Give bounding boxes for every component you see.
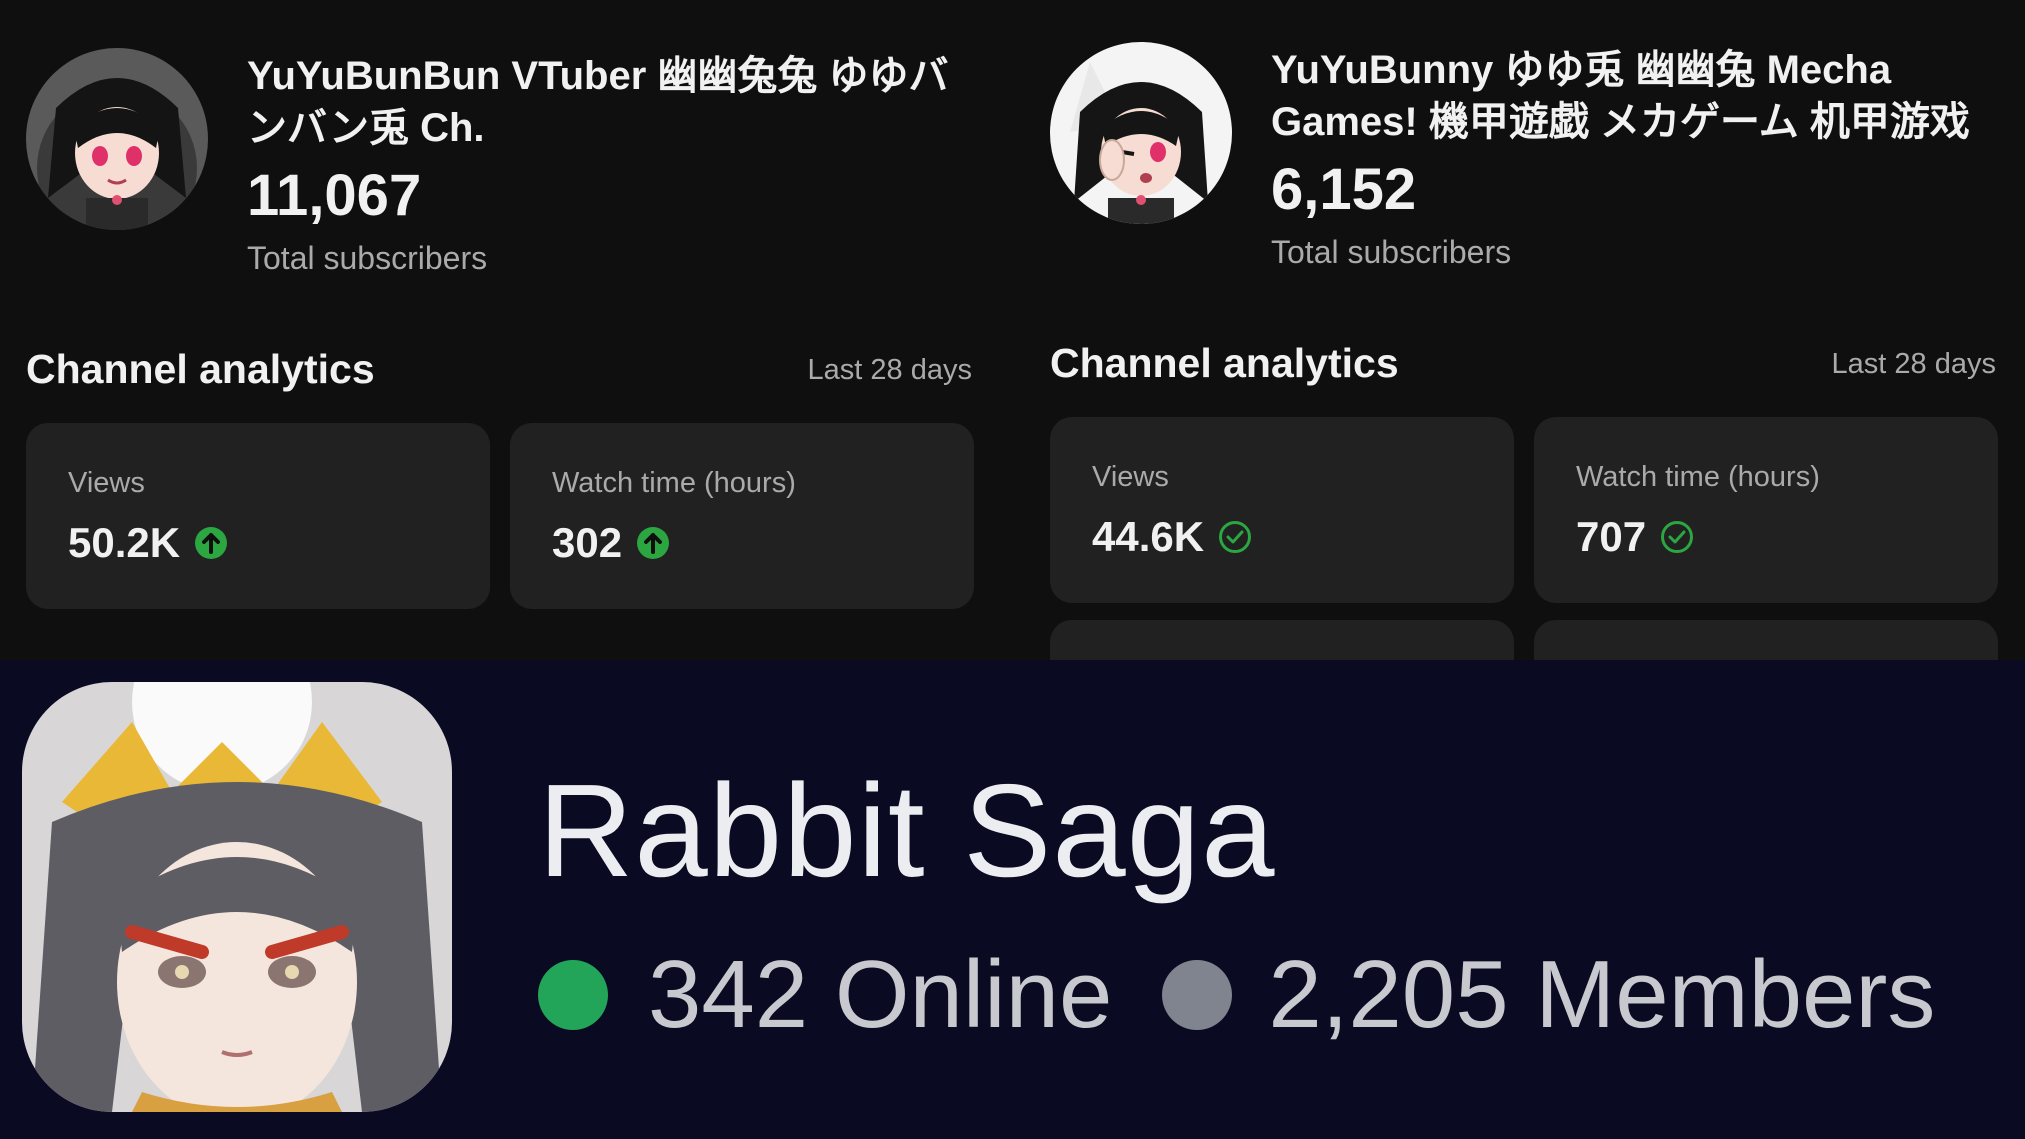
watch-time-card[interactable]: Watch time (hours) 302 xyxy=(510,423,974,609)
metric-value: 707 xyxy=(1576,513,1647,560)
channel-name[interactable]: YuYuBunBun VTuber 幽幽兔兔 ゆゆバンバン兎 Ch. xyxy=(247,50,987,154)
check-circle-icon xyxy=(1660,520,1694,554)
check-circle-icon xyxy=(1218,520,1252,554)
watch-time-card[interactable]: Watch time (hours) 707 xyxy=(1534,417,1998,603)
metric-value-row: 707 xyxy=(1576,513,1694,561)
subscriber-count: 6,152 xyxy=(1271,157,1417,222)
channel-panel-1: YuYuBunBun VTuber 幽幽兔兔 ゆゆバンバン兎 Ch. 11,06… xyxy=(0,0,1000,660)
members-status-icon xyxy=(1162,960,1233,1030)
metric-value-row: 302 xyxy=(552,519,670,567)
channel-name[interactable]: YuYuBunny ゆゆ兎 幽幽兔 Mecha Games! 機甲遊戯 メカゲー… xyxy=(1271,44,2011,148)
youtube-analytics-section: YuYuBunBun VTuber 幽幽兔兔 ゆゆバンバン兎 Ch. 11,06… xyxy=(0,0,2025,660)
metric-label: Views xyxy=(1092,461,1169,493)
metric-card-partial[interactable] xyxy=(1050,620,1514,660)
views-card[interactable]: Views 44.6K xyxy=(1050,417,1514,603)
metric-value-row: 44.6K xyxy=(1092,513,1252,561)
period-label: Last 28 days xyxy=(807,354,972,386)
metric-value: 44.6K xyxy=(1092,513,1205,560)
online-status-icon xyxy=(538,960,608,1030)
server-stats: 342 Online 2,205 Members xyxy=(538,941,1935,1048)
analytics-title: Channel analytics xyxy=(1050,340,1399,386)
metric-card-partial[interactable] xyxy=(1534,620,1998,660)
views-card[interactable]: Views 50.2K xyxy=(26,423,490,609)
member-count: 2,205 Members xyxy=(1268,941,1936,1048)
server-icon[interactable] xyxy=(22,682,452,1112)
subscriber-count: 11,067 xyxy=(247,163,422,228)
subscriber-label: Total subscribers xyxy=(1271,234,1512,270)
metric-value: 302 xyxy=(552,519,623,566)
channel-panel-2-content: YuYuBunny ゆゆ兎 幽幽兔 Mecha Games! 機甲遊戯 メカゲー… xyxy=(1024,0,2024,660)
channel-avatar[interactable] xyxy=(1050,42,1232,224)
channel-avatar[interactable] xyxy=(26,48,208,230)
arrow-up-icon xyxy=(636,526,670,560)
arrow-up-icon xyxy=(194,526,228,560)
metric-value: 50.2K xyxy=(68,519,181,566)
analytics-title: Channel analytics xyxy=(26,346,375,392)
subscriber-label: Total subscribers xyxy=(247,240,488,276)
period-label: Last 28 days xyxy=(1831,348,1996,380)
metric-label: Views xyxy=(68,467,145,499)
discord-server-section: Rabbit Saga 342 Online 2,205 Members xyxy=(0,660,2025,1139)
metric-value-row: 50.2K xyxy=(68,519,228,567)
channel-panel-2: YuYuBunny ゆゆ兎 幽幽兔 Mecha Games! 機甲遊戯 メカゲー… xyxy=(1024,0,2024,660)
server-name: Rabbit Saga xyxy=(538,757,1276,904)
metric-label: Watch time (hours) xyxy=(1576,461,1820,493)
online-count: 342 Online xyxy=(648,941,1113,1048)
metric-label: Watch time (hours) xyxy=(552,467,796,499)
